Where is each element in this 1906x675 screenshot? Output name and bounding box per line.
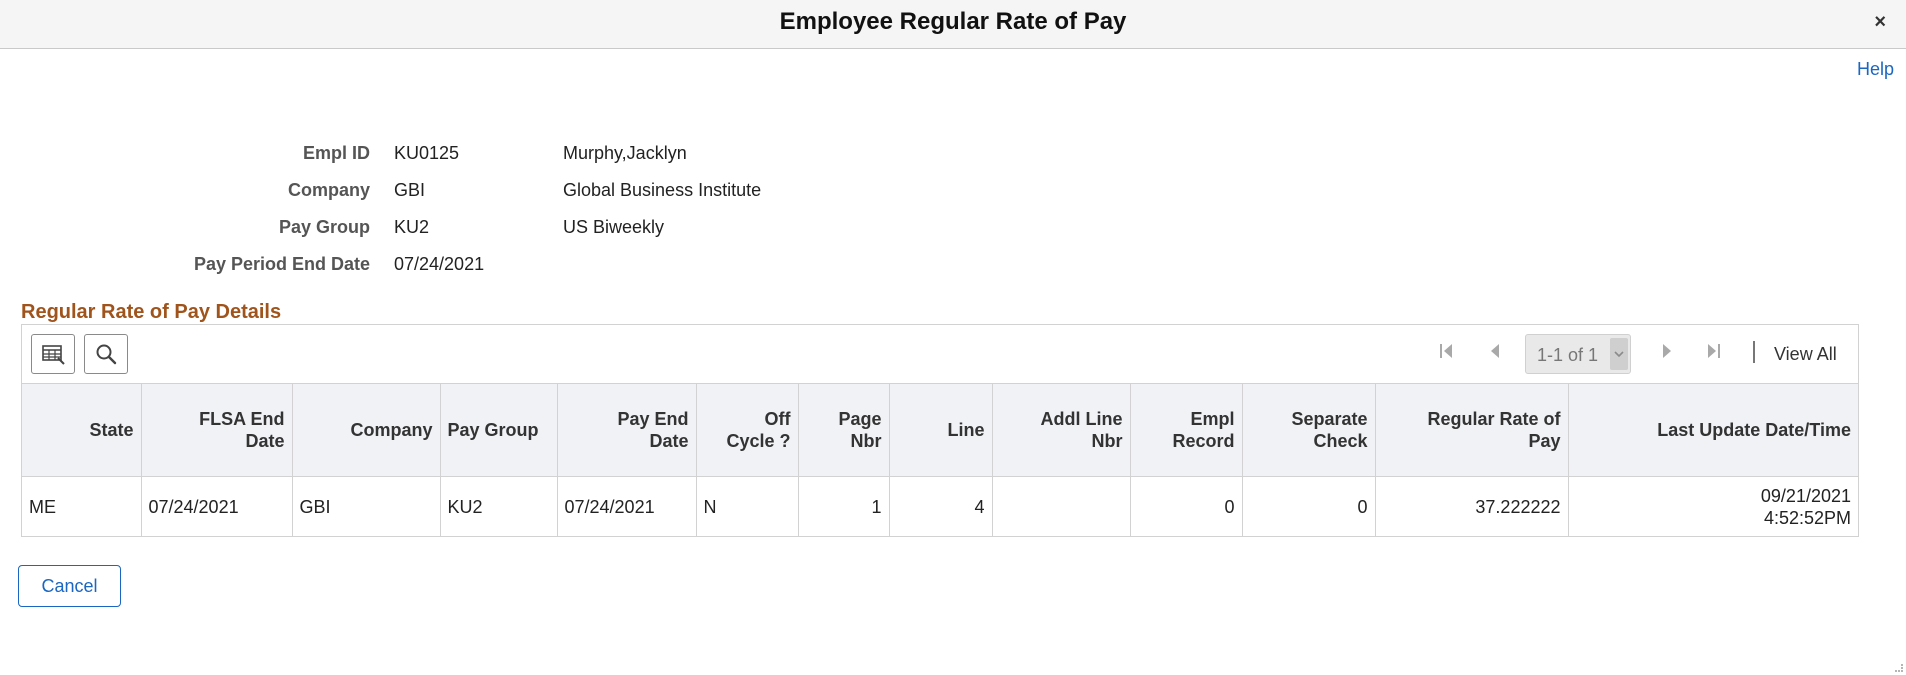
- company-value: GBI: [394, 180, 426, 200]
- personalize-grid-button[interactable]: [31, 334, 75, 374]
- cell-addl-line-nbr: [992, 476, 1131, 537]
- cell-page-nbr: 1: [798, 476, 890, 537]
- cell-state: ME: [22, 476, 142, 537]
- cell-regular-rate-of-pay: 37.222222: [1375, 476, 1569, 537]
- dialog-title: Employee Regular Rate of Pay: [779, 8, 1127, 35]
- next-page-icon[interactable]: [1660, 342, 1674, 360]
- col-header-page-nbr[interactable]: Page Nbr: [798, 383, 890, 477]
- last-page-icon[interactable]: [1706, 342, 1722, 360]
- cell-flsa-end-date: 07/24/2021: [141, 476, 293, 537]
- pay-group-value: KU2: [394, 217, 430, 237]
- first-page-icon[interactable]: [1438, 342, 1454, 360]
- col-header-separate-check[interactable]: Separate Check: [1242, 383, 1376, 477]
- previous-page-icon[interactable]: [1488, 342, 1502, 360]
- col-header-state[interactable]: State: [22, 383, 142, 477]
- col-header-pay-end-date[interactable]: Pay End Date: [557, 383, 697, 477]
- chevron-down-icon[interactable]: [1610, 338, 1628, 370]
- dialog-title-bar: Employee Regular Rate of Pay ×: [0, 0, 1906, 49]
- last-update-time: 4:52:52PM: [1763, 507, 1851, 528]
- cell-off-cycle: N: [696, 476, 799, 537]
- cell-company: GBI: [292, 476, 441, 537]
- last-update-date: 09/21/2021: [1760, 485, 1851, 506]
- col-header-flsa-end-date[interactable]: FLSA End Date: [141, 383, 293, 477]
- table-header-row: State FLSA End Date Company Pay Group Pay…: [22, 383, 1858, 477]
- cell-line: 4: [889, 476, 993, 537]
- help-link[interactable]: Help: [1857, 59, 1894, 80]
- view-all-link[interactable]: View All: [1774, 344, 1837, 365]
- cell-pay-group: KU2: [440, 476, 558, 537]
- section-title: Regular Rate of Pay Details: [21, 301, 282, 323]
- col-header-line[interactable]: Line: [889, 383, 993, 477]
- table-row: ME 07/24/2021 GBI KU2 07/24/2021 N 1 4 0…: [22, 476, 1858, 537]
- col-header-empl-record[interactable]: Empl Record: [1130, 383, 1243, 477]
- grid-toolbar: 1-1 of 1 View All: [22, 325, 1858, 383]
- page-selector[interactable]: 1-1 of 1: [1525, 334, 1631, 374]
- company-description: Global Business Institute: [563, 180, 762, 200]
- employee-name: Murphy,Jacklyn: [563, 143, 687, 163]
- col-header-company[interactable]: Company: [292, 383, 441, 477]
- pay-group-label: Pay Group: [278, 217, 370, 237]
- cell-empl-record: 0: [1130, 476, 1243, 537]
- search-icon: [96, 344, 117, 365]
- col-header-addl-line-nbr[interactable]: Addl Line Nbr: [992, 383, 1131, 477]
- empl-id-value: KU0125: [394, 143, 460, 163]
- pager-divider: [1753, 341, 1755, 363]
- pay-period-end-date-label: Pay Period End Date: [193, 254, 370, 274]
- col-header-off-cycle[interactable]: Off Cycle ?: [696, 383, 799, 477]
- col-header-last-update[interactable]: Last Update Date/Time: [1568, 383, 1858, 477]
- personalize-grid-icon: [42, 345, 65, 365]
- company-label: Company: [287, 180, 370, 200]
- pager-text: 1-1 of 1: [1537, 345, 1599, 365]
- rate-of-pay-grid: 1-1 of 1 View All State FLSA EndDate Co: [21, 324, 1859, 537]
- cell-last-update: 09/21/2021 4:52:52PM: [1568, 476, 1858, 537]
- pay-group-description: US Biweekly: [563, 217, 665, 237]
- cell-pay-end-date: 07/24/2021: [557, 476, 697, 537]
- search-button[interactable]: [84, 334, 128, 374]
- close-icon[interactable]: ×: [1874, 10, 1886, 34]
- pay-period-end-date-value: 07/24/2021: [394, 254, 485, 274]
- data-table: State FLSA End Date Company Pay Group Pay…: [22, 383, 1858, 537]
- cancel-button[interactable]: Cancel: [18, 565, 121, 607]
- col-header-regular-rate-of-pay[interactable]: Regular Rate of Pay: [1375, 383, 1569, 477]
- empl-id-label: Empl ID: [302, 143, 370, 163]
- col-header-pay-group[interactable]: Pay Group: [440, 383, 558, 477]
- resize-grip[interactable]: [1895, 664, 1903, 672]
- cell-separate-check: 0: [1242, 476, 1376, 537]
